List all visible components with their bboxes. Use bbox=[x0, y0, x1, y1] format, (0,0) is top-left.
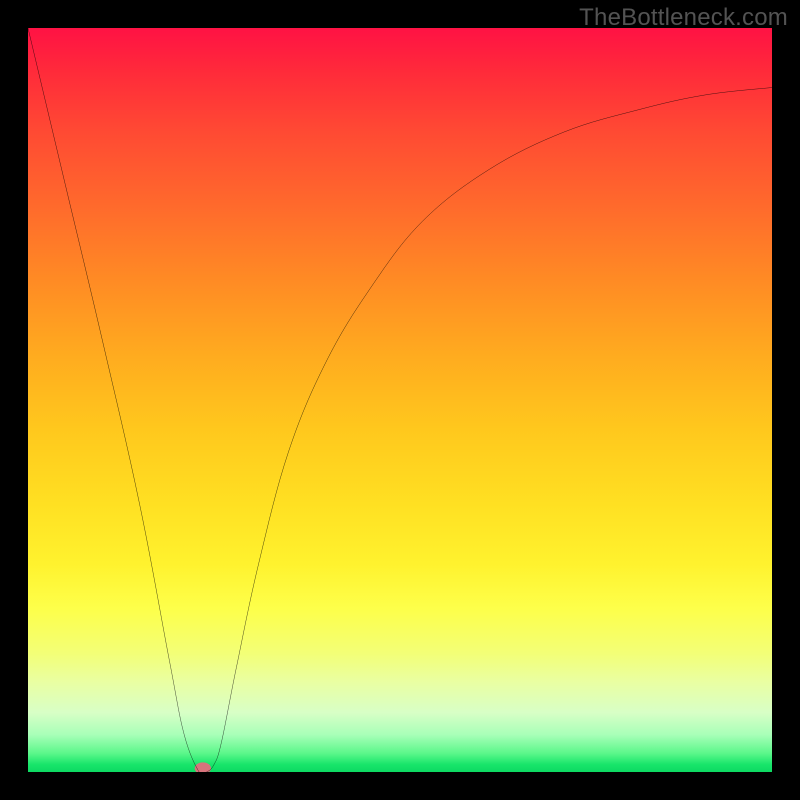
marker-point bbox=[195, 762, 211, 772]
chart-background bbox=[28, 28, 772, 772]
curve-line bbox=[28, 28, 772, 772]
watermark-text: TheBottleneck.com bbox=[579, 4, 788, 32]
bottleneck-curve-plot bbox=[28, 28, 772, 772]
chart-frame: TheBottleneck.com bbox=[0, 0, 800, 800]
